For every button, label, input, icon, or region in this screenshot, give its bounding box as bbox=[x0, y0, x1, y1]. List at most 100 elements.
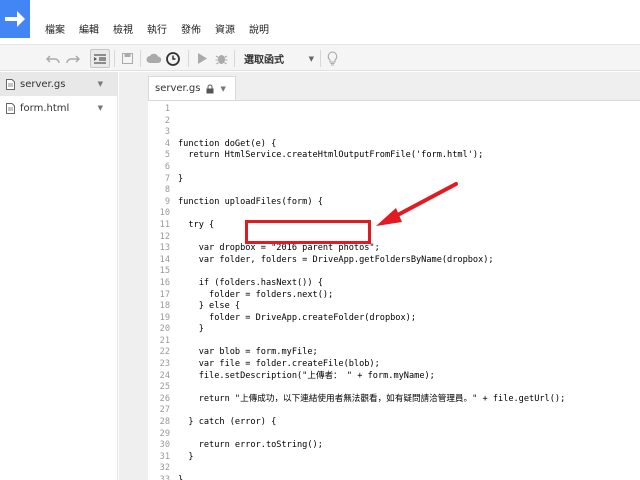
undo-button[interactable] bbox=[44, 49, 62, 68]
code-line: 28 } catch (error) { bbox=[148, 417, 640, 429]
cloud-icon bbox=[146, 53, 162, 63]
line-number: 18 bbox=[159, 301, 170, 312]
toolbar-divider bbox=[234, 50, 235, 67]
line-number: 20 bbox=[159, 324, 170, 335]
code-line: 1 bbox=[148, 104, 640, 116]
line-number: 31 bbox=[159, 451, 170, 462]
line-number: 28 bbox=[159, 417, 170, 428]
run-icon bbox=[197, 53, 207, 64]
function-select[interactable]: 選取函式 ▼ bbox=[238, 49, 318, 68]
line-number: 26 bbox=[159, 393, 170, 404]
code-line: 12 bbox=[148, 232, 640, 244]
code-line: 20 } bbox=[148, 324, 640, 336]
toolbar-divider bbox=[140, 50, 141, 67]
code-text: try { bbox=[178, 219, 215, 230]
code-lines: 1 2 3 4 function doGet(e) {5 return HtmlServ… bbox=[148, 104, 640, 480]
code-text: var file = folder.createFile(blob); bbox=[178, 359, 380, 370]
chevron-down-icon[interactable]: ▼ bbox=[220, 85, 225, 93]
deploy-cloud-button[interactable] bbox=[144, 49, 164, 68]
line-number: 14 bbox=[159, 254, 170, 265]
lightbulb-button[interactable] bbox=[324, 49, 340, 68]
code-line: 6 bbox=[148, 162, 640, 174]
clock-icon bbox=[166, 51, 180, 66]
line-number: 22 bbox=[159, 347, 170, 358]
code-text: } bbox=[178, 451, 194, 462]
file-item-server-gs[interactable]: server.gs ▼ bbox=[0, 72, 117, 96]
code-text: folder = DriveApp.createFolder(dropbox); bbox=[178, 312, 416, 323]
indent-button[interactable] bbox=[90, 49, 110, 68]
toolbar: 選取函式 ▼ bbox=[0, 44, 640, 71]
chevron-down-icon[interactable]: ▼ bbox=[98, 80, 103, 88]
code-line: 5 return HtmlService.createHtmlOutputFro… bbox=[148, 150, 640, 162]
code-text: return "上傳成功，以下連結使用者無法觀看，如有疑問請洽管理員。" + f… bbox=[178, 393, 566, 404]
line-number: 8 bbox=[164, 185, 170, 196]
indent-icon bbox=[94, 53, 106, 64]
code-text: return error.toString(); bbox=[178, 440, 323, 451]
code-line: 4 function doGet(e) { bbox=[148, 139, 640, 151]
toolbar-divider bbox=[114, 50, 115, 67]
code-text: } else { bbox=[178, 301, 241, 312]
line-number: 4 bbox=[164, 138, 170, 149]
file-item-form-html[interactable]: form.html ▼ bbox=[0, 96, 117, 120]
code-line: 30 return error.toString(); bbox=[148, 440, 640, 452]
code-text: return HtmlService.createHtmlOutputFromF… bbox=[178, 150, 484, 161]
code-line: 25 bbox=[148, 382, 640, 394]
menu-publish[interactable]: 發佈 bbox=[174, 23, 208, 39]
line-number: 24 bbox=[159, 370, 170, 381]
line-number: 15 bbox=[159, 266, 170, 277]
debug-icon bbox=[215, 55, 227, 65]
debug-button[interactable] bbox=[212, 49, 230, 68]
menu-view[interactable]: 檢視 bbox=[106, 23, 140, 39]
redo-button[interactable] bbox=[64, 49, 82, 68]
line-number: 9 bbox=[164, 196, 170, 207]
file-sidebar: server.gs ▼ form.html ▼ bbox=[0, 72, 118, 480]
menu-resources[interactable]: 資源 bbox=[208, 23, 242, 39]
menu-edit[interactable]: 編輯 bbox=[72, 23, 106, 39]
save-button[interactable] bbox=[118, 49, 136, 68]
chevron-down-icon[interactable]: ▼ bbox=[98, 104, 103, 112]
menu-run[interactable]: 執行 bbox=[140, 23, 174, 39]
toolbar-divider bbox=[320, 50, 321, 67]
line-number: 16 bbox=[159, 277, 170, 288]
code-text: } catch (error) { bbox=[178, 417, 277, 428]
lock-icon bbox=[206, 84, 214, 93]
triggers-button[interactable] bbox=[164, 49, 182, 68]
tab-label: server.gs bbox=[155, 83, 201, 94]
undo-icon bbox=[46, 54, 60, 63]
code-line: 26 return "上傳成功，以下連結使用者無法觀看，如有疑問請洽管理員。" … bbox=[148, 394, 640, 406]
code-line: 13 var dropbox = "2016 parent photos"; bbox=[148, 243, 640, 255]
file-icon bbox=[6, 78, 15, 90]
tab-server-gs[interactable]: server.gs ▼ bbox=[148, 76, 236, 100]
code-text: } bbox=[178, 324, 204, 335]
menu-help[interactable]: 說明 bbox=[242, 23, 276, 39]
code-editor[interactable]: 1 2 3 4 function doGet(e) {5 return HtmlServ… bbox=[148, 100, 640, 480]
code-line: 27 bbox=[148, 405, 640, 417]
annotation-highlight-box bbox=[245, 220, 371, 244]
chevron-down-icon: ▼ bbox=[308, 54, 314, 63]
line-number: 3 bbox=[164, 127, 170, 138]
menu-file[interactable]: 檔案 bbox=[38, 23, 72, 39]
code-line: 3 bbox=[148, 127, 640, 139]
code-text: } bbox=[178, 475, 184, 480]
arrow-right-icon bbox=[5, 11, 25, 27]
redo-icon bbox=[66, 54, 80, 63]
line-number: 5 bbox=[164, 150, 170, 161]
line-number: 19 bbox=[159, 312, 170, 323]
code-line: 19 folder = DriveApp.createFolder(dropbo… bbox=[148, 313, 640, 325]
lightbulb-icon bbox=[327, 51, 337, 66]
save-icon bbox=[121, 53, 133, 64]
run-button[interactable] bbox=[194, 49, 210, 68]
file-name: form.html bbox=[20, 102, 70, 114]
toolbar-divider bbox=[188, 50, 189, 67]
line-number: 2 bbox=[164, 115, 170, 126]
code-text: var folder, folders = DriveApp.getFolder… bbox=[178, 254, 494, 265]
line-number: 30 bbox=[159, 440, 170, 451]
line-number: 33 bbox=[159, 475, 170, 480]
app-logo[interactable] bbox=[0, 0, 30, 38]
